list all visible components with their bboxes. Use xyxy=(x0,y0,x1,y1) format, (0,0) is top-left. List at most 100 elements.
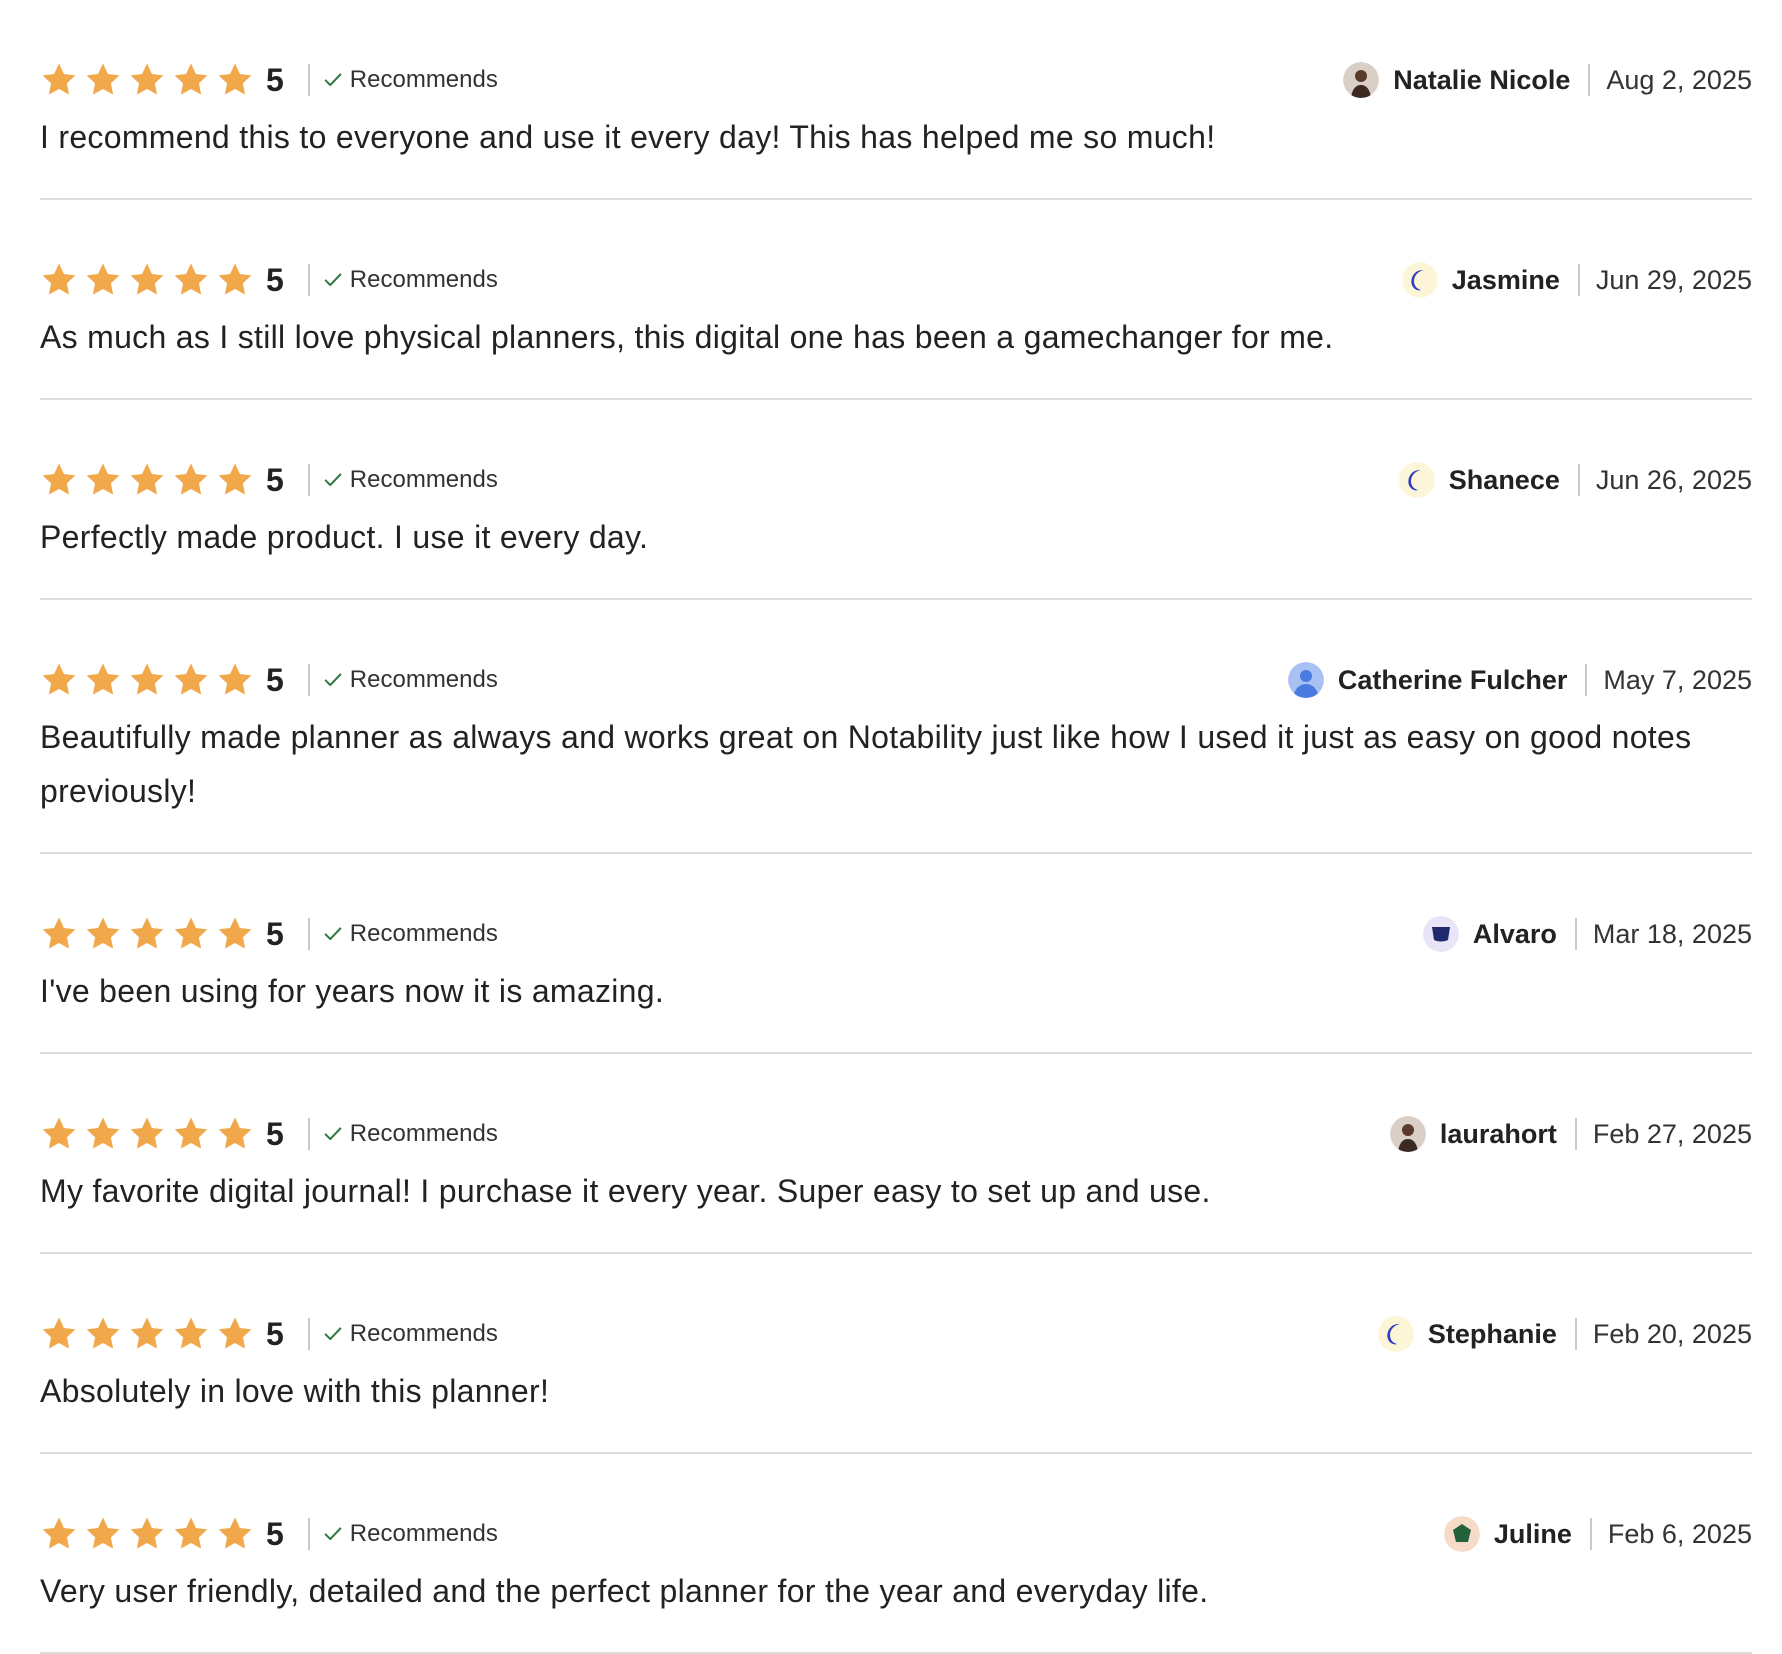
rating-score: 5 xyxy=(266,1315,284,1352)
vertical-divider xyxy=(1574,1118,1577,1150)
vertical-divider xyxy=(307,464,310,496)
photo-avatar-icon[interactable] xyxy=(1389,1116,1426,1152)
star-icon xyxy=(128,61,166,99)
pentagon-avatar-icon[interactable] xyxy=(1443,1516,1480,1552)
star-rating xyxy=(40,61,260,99)
checkmark-icon xyxy=(322,69,344,91)
photo-avatar-icon[interactable] xyxy=(1343,62,1380,98)
review-meta-row: 5 Recommends Alvaro Mar 18, 2025 xyxy=(40,910,1752,958)
star-icon xyxy=(84,61,122,99)
recommends-label: Recommends xyxy=(349,1320,498,1347)
star-icon xyxy=(216,915,254,953)
star-icon xyxy=(40,1315,78,1353)
recommends-label: Recommends xyxy=(349,1120,498,1147)
reviewer-name-link[interactable]: Shanece xyxy=(1449,465,1560,496)
recommends-label: Recommends xyxy=(349,666,498,693)
recommends-badge: Recommends xyxy=(322,66,498,94)
review-author-block: Catherine Fulcher May 7, 2025 xyxy=(1287,662,1752,698)
rating-score: 5 xyxy=(266,261,284,298)
checkmark-icon xyxy=(322,1323,344,1345)
reviewer-name-link[interactable]: Catherine Fulcher xyxy=(1338,665,1568,696)
rating-block: 5 Recommends xyxy=(40,461,498,499)
review-date: Aug 2, 2025 xyxy=(1606,64,1752,95)
star-icon xyxy=(216,461,254,499)
star-icon xyxy=(128,1315,166,1353)
review-item: 5 Recommends Stephanie Feb 20, 2025 Absolute… xyxy=(40,1254,1752,1454)
star-icon xyxy=(216,1515,254,1553)
review-meta-row: 5 Recommends laurahort Feb 27, 2025 xyxy=(40,1110,1752,1158)
rating-score: 5 xyxy=(266,1515,284,1552)
review-item: 5 Recommends Jasmine Jun 29, 2025 As much as… xyxy=(40,200,1752,400)
star-icon xyxy=(172,1515,210,1553)
star-icon xyxy=(84,1315,122,1353)
rating-score: 5 xyxy=(266,661,284,698)
reviews-list: 5 Recommends Natalie Nicole Aug 2, 2025 I re… xyxy=(40,0,1752,1654)
star-icon xyxy=(84,1115,122,1153)
rating-block: 5 Recommends xyxy=(40,61,498,99)
rating-block: 5 Recommends xyxy=(40,1115,498,1153)
star-icon xyxy=(128,461,166,499)
star-icon xyxy=(84,1515,122,1553)
vertical-divider xyxy=(1588,64,1591,96)
recommends-badge: Recommends xyxy=(322,1520,498,1548)
star-icon xyxy=(172,261,210,299)
review-item: 5 Recommends Natalie Nicole Aug 2, 2025 I re… xyxy=(40,0,1752,200)
star-rating xyxy=(40,461,260,499)
star-icon xyxy=(40,461,78,499)
reviewer-name-link[interactable]: Stephanie xyxy=(1428,1319,1557,1350)
reviewer-name-link[interactable]: laurahort xyxy=(1440,1119,1557,1150)
star-rating xyxy=(40,1315,260,1353)
star-icon xyxy=(128,1515,166,1553)
review-text: Very user friendly, detailed and the per… xyxy=(40,1573,1209,1609)
star-icon xyxy=(172,1315,210,1353)
recommends-label: Recommends xyxy=(349,466,498,493)
review-date: Jun 29, 2025 xyxy=(1595,264,1752,295)
review-meta-row: 5 Recommends Juline Feb 6, 2025 xyxy=(40,1510,1752,1558)
review-text: I recommend this to everyone and use it … xyxy=(40,119,1216,155)
star-icon xyxy=(40,1515,78,1553)
review-author-block: Alvaro Mar 18, 2025 xyxy=(1422,916,1752,952)
checkmark-icon xyxy=(322,669,344,691)
vertical-divider xyxy=(307,264,310,296)
rating-block: 5 Recommends xyxy=(40,661,498,699)
review-date: Feb 6, 2025 xyxy=(1607,1518,1752,1549)
review-text: Perfectly made product. I use it every d… xyxy=(40,519,649,555)
review-meta-row: 5 Recommends Catherine Fulcher May 7, 2025 xyxy=(40,656,1752,704)
reviewer-name-link[interactable]: Natalie Nicole xyxy=(1393,65,1570,96)
star-icon xyxy=(128,661,166,699)
rating-block: 5 Recommends xyxy=(40,261,498,299)
recommends-label: Recommends xyxy=(349,66,498,93)
review-text: My favorite digital journal! I purchase … xyxy=(40,1173,1211,1209)
star-rating xyxy=(40,915,260,953)
shield-avatar-icon[interactable] xyxy=(1422,916,1459,952)
star-icon xyxy=(40,61,78,99)
review-text: Absolutely in love with this planner! xyxy=(40,1373,550,1409)
star-icon xyxy=(84,915,122,953)
star-icon xyxy=(216,1115,254,1153)
star-icon xyxy=(172,661,210,699)
crescent-avatar-icon[interactable] xyxy=(1398,462,1435,498)
star-icon xyxy=(216,261,254,299)
star-icon xyxy=(84,261,122,299)
reviewer-name-link[interactable]: Alvaro xyxy=(1473,919,1557,950)
star-icon xyxy=(216,61,254,99)
recommends-label: Recommends xyxy=(349,1520,498,1547)
rating-score: 5 xyxy=(266,61,284,98)
crescent-avatar-icon[interactable] xyxy=(1401,262,1438,298)
vertical-divider xyxy=(1574,918,1577,950)
default-user-avatar-icon[interactable] xyxy=(1287,662,1324,698)
star-icon xyxy=(216,661,254,699)
star-icon xyxy=(172,1115,210,1153)
crescent-avatar-icon[interactable] xyxy=(1377,1316,1414,1352)
rating-score: 5 xyxy=(266,461,284,498)
recommends-label: Recommends xyxy=(349,920,498,947)
checkmark-icon xyxy=(322,469,344,491)
review-author-block: Shanece Jun 26, 2025 xyxy=(1398,462,1752,498)
reviewer-name-link[interactable]: Jasmine xyxy=(1452,265,1560,296)
review-item: 5 Recommends Juline Feb 6, 2025 Very user fr… xyxy=(40,1454,1752,1654)
star-icon xyxy=(216,1315,254,1353)
review-item: 5 Recommends laurahort Feb 27, 2025 My favor… xyxy=(40,1054,1752,1254)
star-icon xyxy=(128,915,166,953)
reviewer-name-link[interactable]: Juline xyxy=(1494,1519,1572,1550)
star-icon xyxy=(172,61,210,99)
